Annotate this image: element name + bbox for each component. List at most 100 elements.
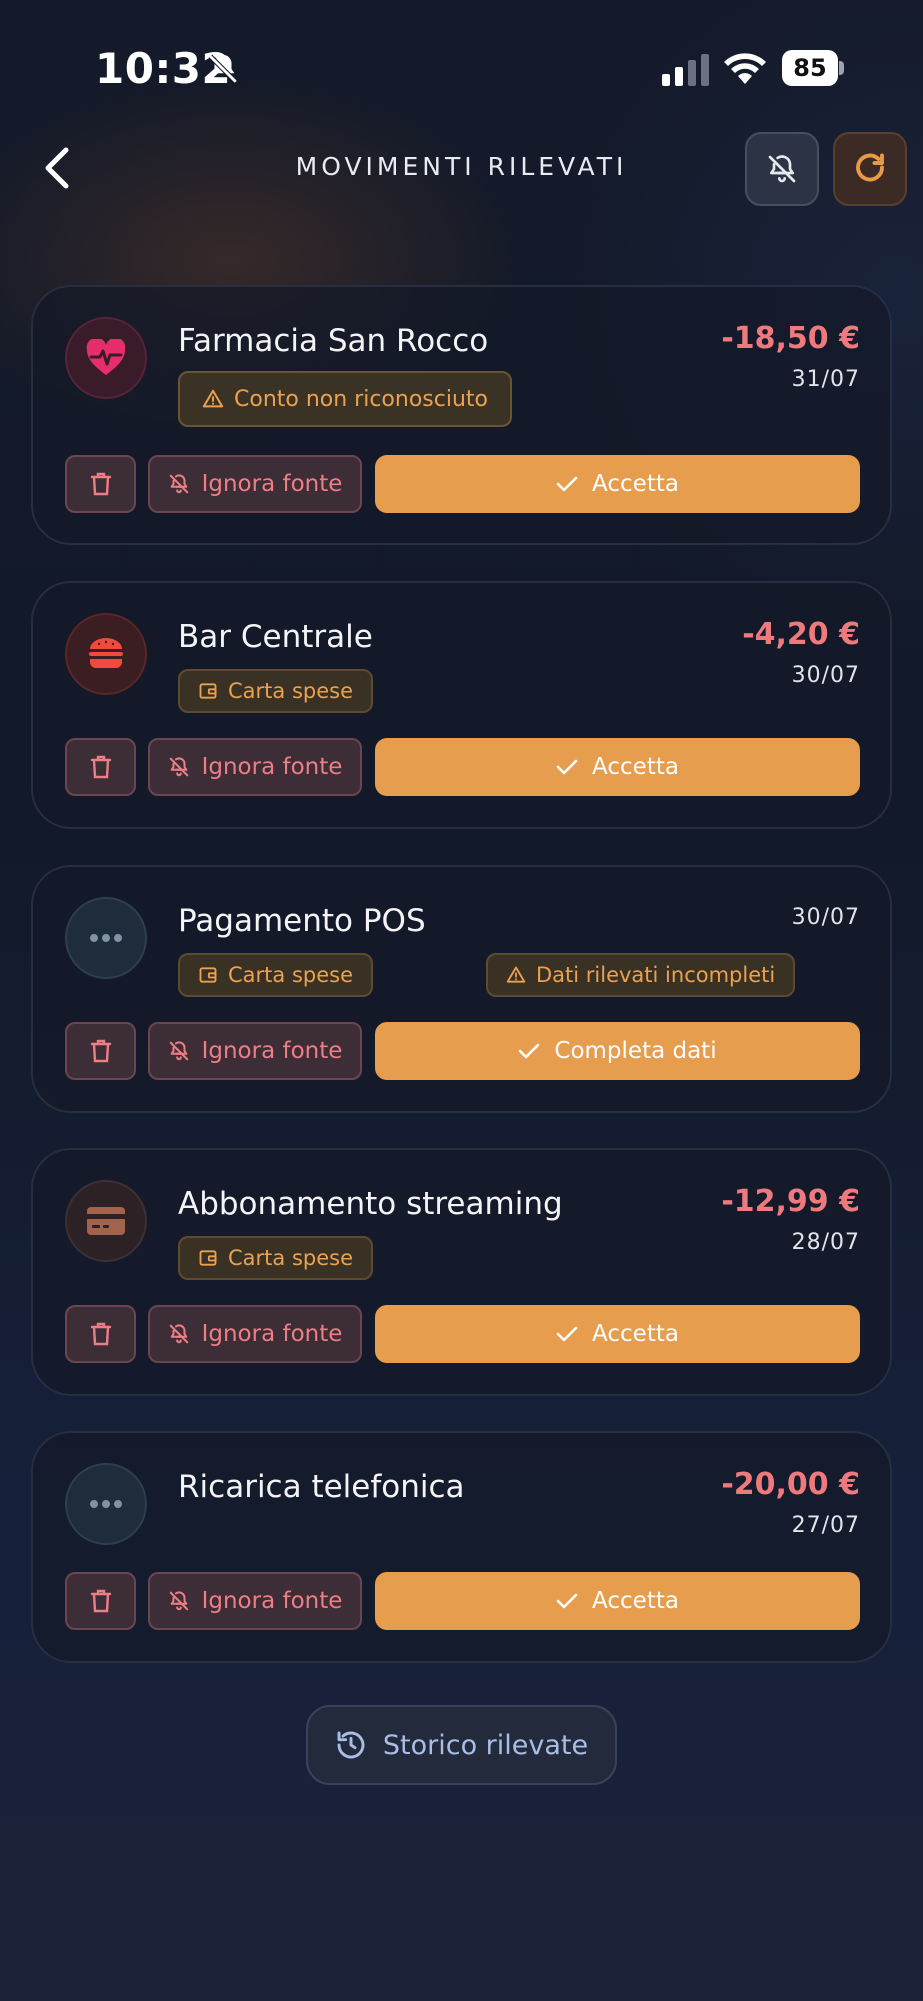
category-avatar xyxy=(65,1180,147,1262)
ignore-source-button[interactable]: Ignora fonte xyxy=(148,455,362,513)
burger-icon xyxy=(89,638,123,668)
trash-icon xyxy=(90,755,111,779)
delete-button[interactable] xyxy=(65,738,136,796)
more-dots-icon xyxy=(90,1500,122,1508)
ignore-source-button[interactable]: Ignora fonte xyxy=(148,1572,362,1630)
accept-label: Accetta xyxy=(592,754,679,780)
wallet-icon xyxy=(199,683,217,699)
complete-data-label: Completa dati xyxy=(554,1038,717,1064)
status-badge: Conto non riconosciuto xyxy=(178,371,512,427)
status-badge: Dati rilevati incompleti xyxy=(486,953,796,997)
card-actions: Ignora fonte Accetta xyxy=(65,738,860,796)
back-button[interactable] xyxy=(34,142,78,194)
trash-icon xyxy=(90,1589,111,1613)
delete-button[interactable] xyxy=(65,1022,136,1080)
category-avatar xyxy=(65,317,147,399)
check-icon xyxy=(556,1593,578,1609)
trash-icon xyxy=(90,1322,111,1346)
ignore-source-label: Ignora fonte xyxy=(201,754,343,780)
card-actions: Ignora fonte Accetta xyxy=(65,455,860,513)
badge-label: Carta spese xyxy=(228,963,353,987)
badge-label: Carta spese xyxy=(228,1246,353,1270)
wallet-icon xyxy=(199,967,217,983)
amount: -4,20 € xyxy=(742,617,860,652)
category-avatar xyxy=(65,613,147,695)
credit-card-icon xyxy=(87,1207,125,1235)
category-avatar xyxy=(65,897,147,979)
account-badge: Carta spese xyxy=(178,669,373,713)
merchant-name: Bar Centrale xyxy=(178,619,373,655)
wallet-icon xyxy=(199,1250,217,1266)
battery-indicator: 85 xyxy=(782,50,844,86)
more-dots-icon xyxy=(90,934,122,942)
bell-off-icon xyxy=(169,1041,188,1061)
accept-label: Accetta xyxy=(592,1321,679,1347)
chevron-left-icon xyxy=(45,147,69,189)
amount: -12,99 € xyxy=(721,1184,860,1219)
accept-button[interactable]: Accetta xyxy=(375,1572,860,1630)
delete-button[interactable] xyxy=(65,455,136,513)
ignore-source-label: Ignora fonte xyxy=(201,1038,343,1064)
status-bar: 10:32 85 xyxy=(0,0,923,120)
bell-off-icon xyxy=(169,474,188,494)
ignore-source-label: Ignora fonte xyxy=(201,471,343,497)
ignore-source-button[interactable]: Ignora fonte xyxy=(148,1305,362,1363)
wifi-icon xyxy=(724,53,766,84)
merchant-name: Farmacia San Rocco xyxy=(178,323,489,359)
amount: -18,50 € xyxy=(721,321,860,356)
ignore-source-label: Ignora fonte xyxy=(201,1588,343,1614)
delete-button[interactable] xyxy=(65,1572,136,1630)
accept-button[interactable]: Accetta xyxy=(375,738,860,796)
accept-label: Accetta xyxy=(592,1588,679,1614)
movement-card[interactable]: Pagamento POS 30/07 Carta spese Dati ril… xyxy=(31,865,892,1113)
bell-off-icon xyxy=(169,1324,188,1344)
mute-notifications-button[interactable] xyxy=(745,132,819,206)
bell-off-icon xyxy=(768,155,796,183)
movement-card[interactable]: Farmacia San Rocco -18,50 € 31/07 Conto … xyxy=(31,285,892,545)
check-icon xyxy=(556,1326,578,1342)
warning-icon xyxy=(506,966,526,983)
account-badge: Carta spese xyxy=(178,1236,373,1280)
ignore-source-button[interactable]: Ignora fonte xyxy=(148,738,362,796)
bell-off-icon xyxy=(208,54,238,84)
warning-icon xyxy=(202,389,224,408)
badge-label: Conto non riconosciuto xyxy=(234,386,488,412)
badge-label: Carta spese xyxy=(228,679,353,703)
history-label: Storico rilevate xyxy=(382,1729,589,1761)
movement-card[interactable]: Ricarica telefonica -20,00 € 27/07 Ignor… xyxy=(31,1431,892,1663)
accept-label: Accetta xyxy=(592,471,679,497)
trash-icon xyxy=(90,472,111,496)
accept-button[interactable]: Accetta xyxy=(375,1305,860,1363)
date: 30/07 xyxy=(791,905,860,930)
date: 30/07 xyxy=(791,663,860,688)
date: 27/07 xyxy=(791,1513,860,1538)
check-icon xyxy=(556,476,578,492)
bell-off-icon xyxy=(169,757,188,777)
amount: -20,00 € xyxy=(721,1467,860,1502)
card-actions: Ignora fonte Completa dati xyxy=(65,1022,860,1080)
complete-data-button[interactable]: Completa dati xyxy=(375,1022,860,1080)
card-actions: Ignora fonte Accetta xyxy=(65,1572,860,1630)
check-icon xyxy=(519,1043,540,1059)
category-avatar xyxy=(65,1463,147,1545)
movement-card[interactable]: Abbonamento streaming -12,99 € 28/07 Car… xyxy=(31,1148,892,1396)
accept-button[interactable]: Accetta xyxy=(375,455,860,513)
history-icon xyxy=(337,1731,365,1759)
refresh-icon xyxy=(856,153,884,182)
ignore-source-button[interactable]: Ignora fonte xyxy=(148,1022,362,1080)
refresh-button[interactable] xyxy=(833,132,907,206)
check-icon xyxy=(556,759,578,775)
merchant-name: Abbonamento streaming xyxy=(178,1186,563,1222)
merchant-name: Pagamento POS xyxy=(178,903,426,939)
badge-label: Dati rilevati incompleti xyxy=(536,963,776,987)
bell-off-icon xyxy=(169,1591,188,1611)
ignore-source-label: Ignora fonte xyxy=(201,1321,343,1347)
trash-icon xyxy=(90,1039,111,1063)
history-button[interactable]: Storico rilevate xyxy=(306,1705,617,1785)
delete-button[interactable] xyxy=(65,1305,136,1363)
movement-card[interactable]: Bar Centrale -4,20 € 30/07 Carta spese I… xyxy=(31,581,892,829)
merchant-name: Ricarica telefonica xyxy=(178,1469,465,1505)
card-actions: Ignora fonte Accetta xyxy=(65,1305,860,1363)
date: 31/07 xyxy=(791,367,860,392)
account-badge: Carta spese xyxy=(178,953,373,997)
